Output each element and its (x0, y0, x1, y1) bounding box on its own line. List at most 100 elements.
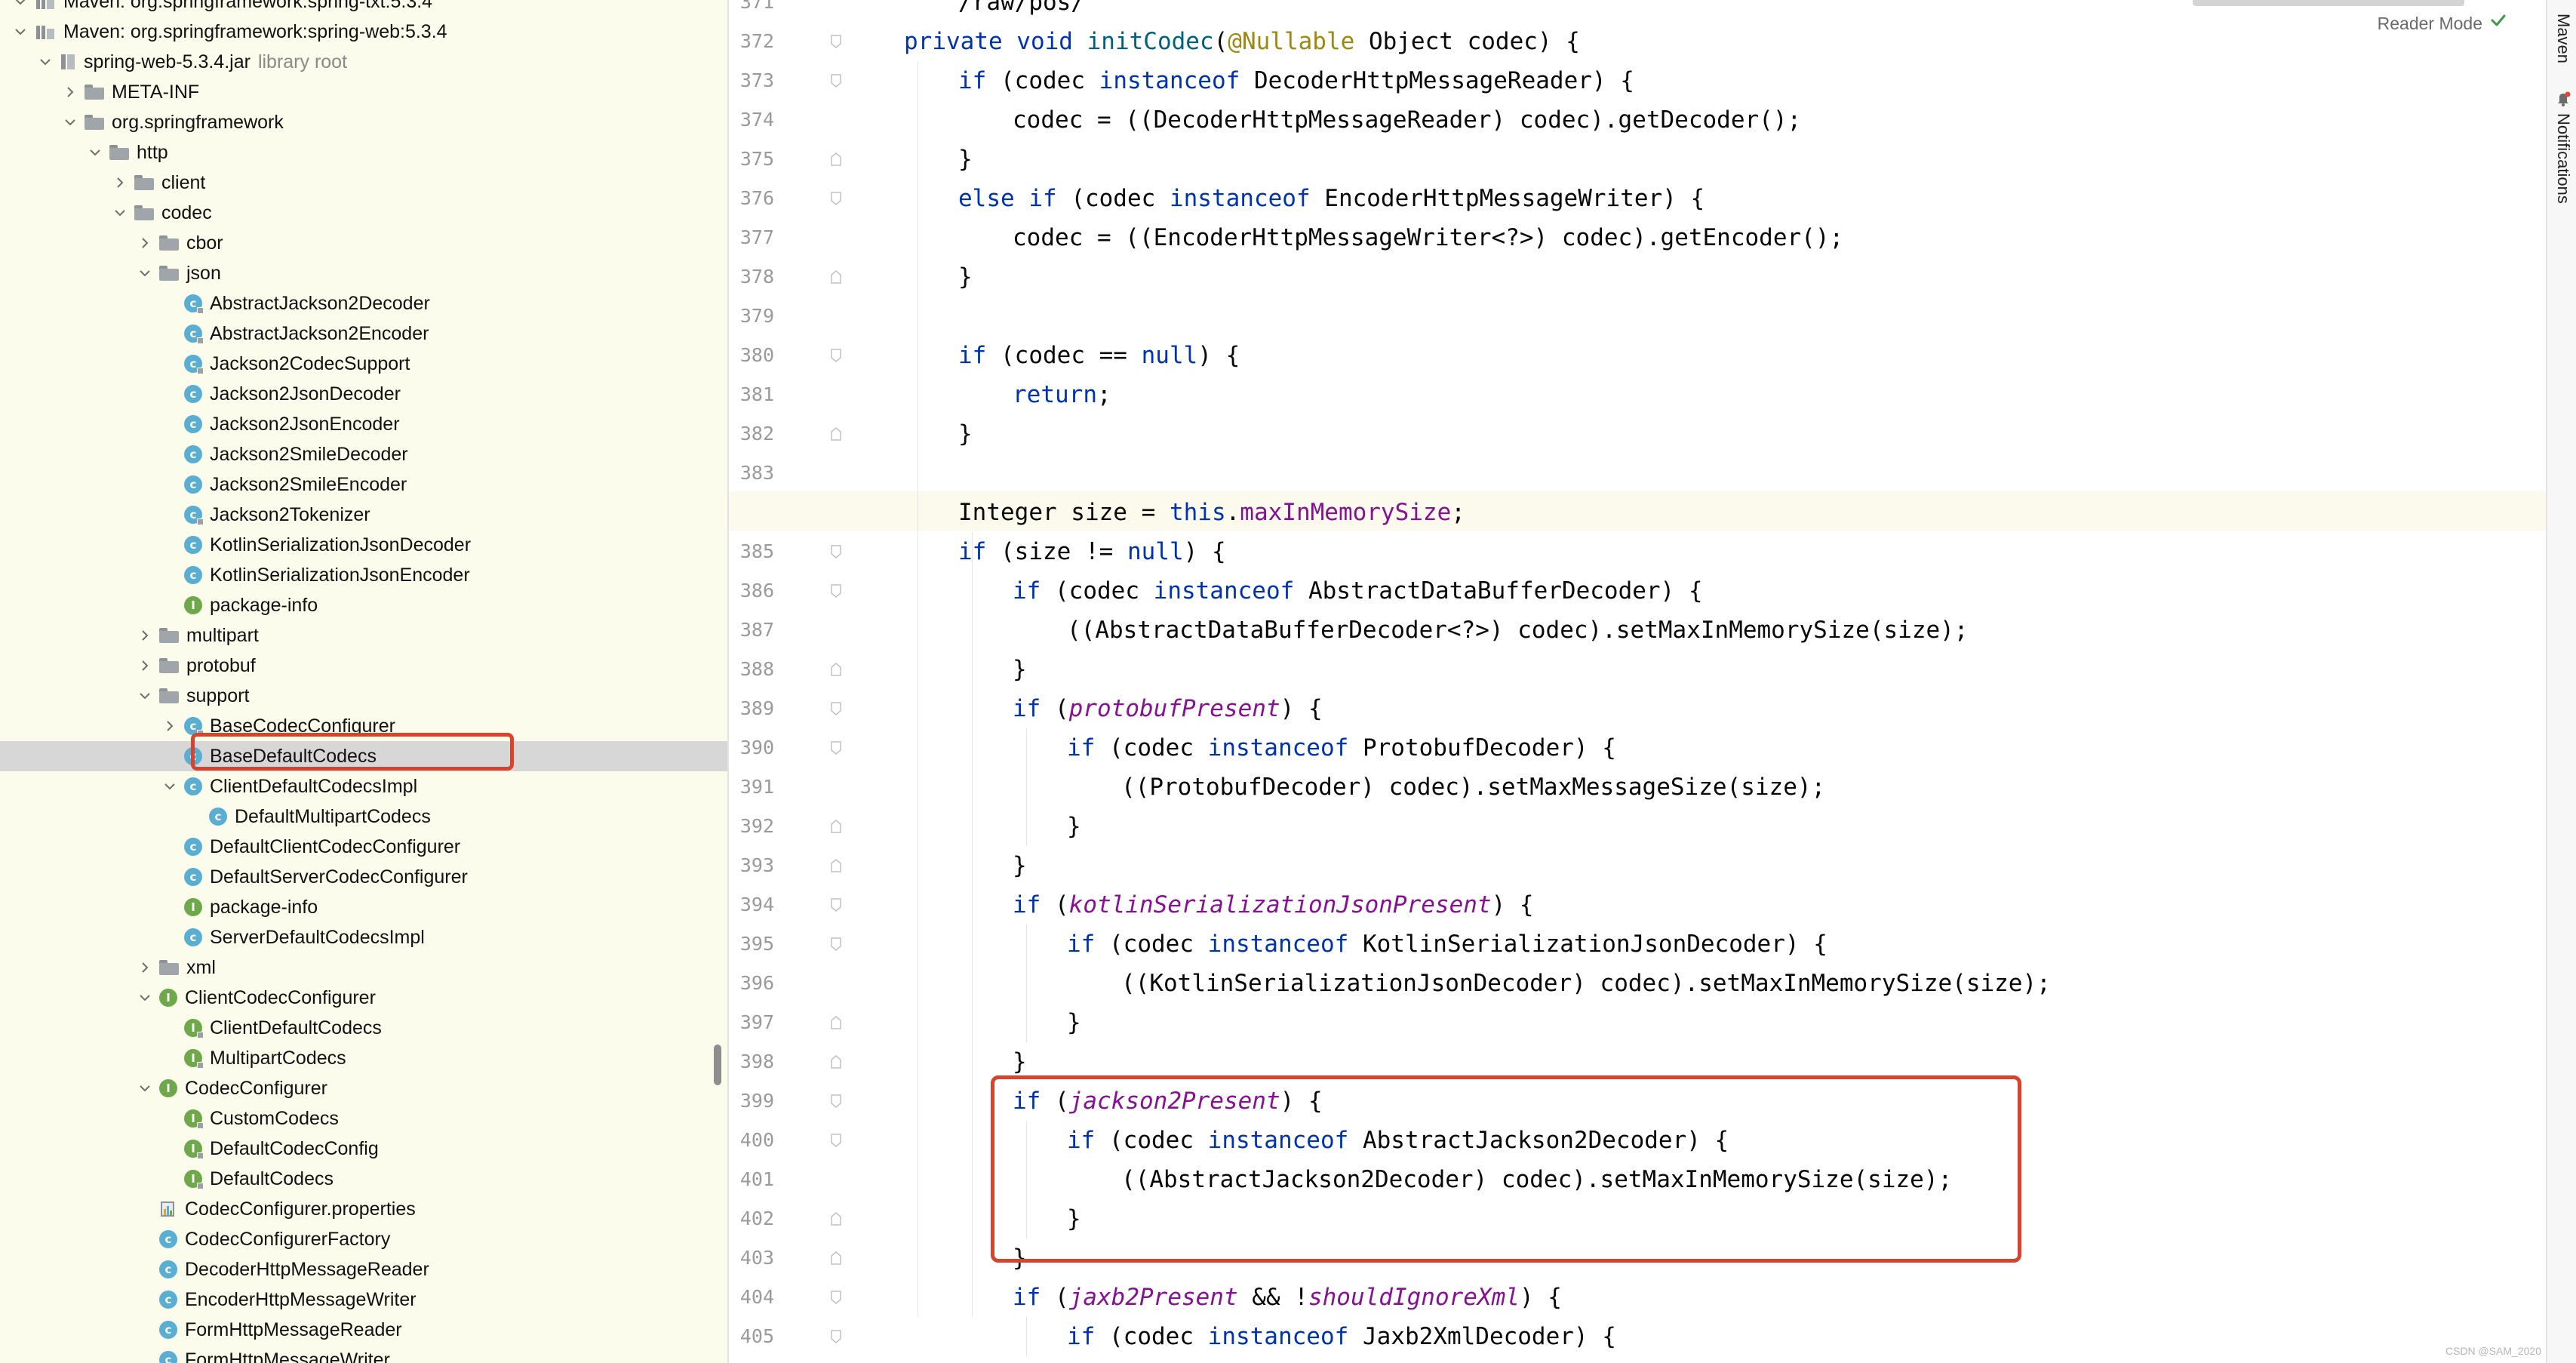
tree-row[interactable]: http (0, 137, 729, 168)
fold-start-icon[interactable] (831, 545, 841, 558)
tree-row[interactable]: cJackson2SmileDecoder (0, 439, 729, 469)
chevron-down-icon[interactable] (38, 55, 52, 69)
tree-row[interactable]: cDefaultClientCodecConfigurer (0, 832, 729, 862)
tree-row[interactable]: cClientDefaultCodecsImpl (0, 771, 729, 801)
line-number[interactable]: 378 (729, 257, 774, 297)
chevron-down-icon[interactable] (88, 146, 102, 159)
tree-row[interactable]: IClientDefaultCodecs (0, 1013, 729, 1043)
chevron-down-icon[interactable] (113, 206, 127, 220)
line-number[interactable]: 392 (729, 807, 774, 846)
fold-start-icon[interactable] (831, 1094, 841, 1108)
chevron-down-icon[interactable] (14, 25, 27, 38)
line-number[interactable]: 391 (729, 768, 774, 807)
tree-row[interactable]: IClientCodecConfigurer (0, 983, 729, 1013)
fold-start-icon[interactable] (831, 192, 841, 205)
notifications-tool-button[interactable]: Notifications (2553, 113, 2573, 204)
line-number[interactable]: 388 (729, 650, 774, 689)
code-line[interactable]: Integer size = this.maxInMemorySize; (958, 493, 1465, 532)
fold-start-icon[interactable] (831, 35, 841, 48)
tree-row[interactable]: Ipackage-info (0, 590, 729, 620)
tree-row[interactable]: cCodecConfigurerFactory (0, 1224, 729, 1254)
tree-row[interactable]: cJackson2Tokenizer (0, 500, 729, 530)
chevron-down-icon[interactable] (138, 991, 152, 1005)
chevron-right-icon[interactable] (63, 85, 77, 99)
line-number[interactable]: 377 (729, 218, 774, 257)
tree-row[interactable]: cDecoderHttpMessageReader (0, 1254, 729, 1285)
tree-row[interactable]: cAbstractJackson2Encoder (0, 318, 729, 349)
line-number[interactable]: 387 (729, 611, 774, 650)
fold-start-icon[interactable] (831, 1291, 841, 1304)
tree-row[interactable]: META-INF (0, 77, 729, 107)
chevron-right-icon[interactable] (163, 719, 177, 733)
line-number[interactable]: 399 (729, 1081, 774, 1121)
tree-row[interactable]: Maven: org.springframework:spring-web:5.… (0, 17, 729, 47)
fold-end-icon[interactable] (831, 152, 841, 166)
tree-row[interactable]: IDefaultCodecConfig (0, 1134, 729, 1164)
fold-end-icon[interactable] (831, 1055, 841, 1069)
line-number[interactable]: 374 (729, 100, 774, 140)
line-number[interactable]: 402 (729, 1199, 774, 1238)
chevron-down-icon[interactable] (138, 1081, 152, 1095)
chevron-down-icon[interactable] (138, 266, 152, 280)
maven-tool-button[interactable]: Maven (2553, 14, 2573, 63)
code-line[interactable]: if (codec instanceof ProtobufDecoder) { (1067, 728, 1616, 768)
tree-row[interactable]: cbor (0, 228, 729, 258)
code-line[interactable]: /raw/pos/ (958, 0, 1085, 22)
tree-row[interactable]: CodecConfigurer.properties (0, 1194, 729, 1224)
bell-icon[interactable] (2555, 91, 2571, 107)
chevron-right-icon[interactable] (138, 659, 152, 672)
code-line[interactable]: private void initCodec(@Nullable Object … (904, 22, 1580, 61)
line-number[interactable]: 372 (729, 22, 774, 61)
code-line[interactable]: } (1067, 807, 1081, 846)
chevron-right-icon[interactable] (138, 236, 152, 250)
code-line[interactable]: if (codec instanceof AbstractDataBufferD… (1013, 571, 1703, 611)
code-line[interactable]: } (1013, 650, 1027, 689)
tree-row[interactable]: ICustomCodecs (0, 1103, 729, 1134)
tree-row[interactable]: cEncoderHttpMessageWriter (0, 1285, 729, 1315)
code-line[interactable]: ((ProtobufDecoder) codec).setMaxMessageS… (1121, 768, 1825, 807)
tree-row[interactable]: xml (0, 952, 729, 983)
tree-scrollbar[interactable] (714, 1045, 721, 1085)
line-number[interactable]: 383 (729, 454, 774, 493)
fold-start-icon[interactable] (831, 741, 841, 755)
fold-end-icon[interactable] (831, 270, 841, 284)
tree-row[interactable]: ICodecConfigurer (0, 1073, 729, 1103)
fold-end-icon[interactable] (831, 1251, 841, 1265)
code-line[interactable]: codec = ((DecoderHttpMessageReader) code… (1013, 100, 1801, 140)
code-line[interactable]: if (jaxb2Present && !shouldIgnoreXml) { (1013, 1278, 1562, 1317)
code-line[interactable]: codec = ((EncoderHttpMessageWriter<?>) c… (1013, 218, 1843, 257)
chevron-right-icon[interactable] (113, 176, 127, 189)
line-number[interactable]: 373 (729, 61, 774, 100)
line-number[interactable]: 371 (729, 0, 774, 22)
tree-row[interactable]: cKotlinSerializationJsonDecoder (0, 530, 729, 560)
tree-row[interactable]: cFormHttpMessageWriter (0, 1345, 729, 1363)
reader-mode-toggle[interactable]: Reader Mode (2378, 14, 2482, 34)
tree-row[interactable]: cServerDefaultCodecsImpl (0, 922, 729, 952)
fold-start-icon[interactable] (831, 702, 841, 715)
line-number[interactable]: 386 (729, 571, 774, 611)
line-number[interactable]: 382 (729, 414, 774, 454)
line-number[interactable]: 394 (729, 885, 774, 925)
tree-row[interactable]: support (0, 681, 729, 711)
project-tree-panel[interactable]: Maven: org.springframework:spring-txt:5.… (0, 0, 729, 1363)
tree-row[interactable]: client (0, 168, 729, 198)
code-line[interactable]: if (codec instanceof DecoderHttpMessageR… (958, 61, 1634, 100)
line-number[interactable]: 379 (729, 297, 774, 336)
fold-start-icon[interactable] (831, 898, 841, 912)
code-line[interactable]: if (codec == null) { (958, 336, 1240, 375)
tree-row[interactable]: multipart (0, 620, 729, 651)
line-number[interactable]: 405 (729, 1317, 774, 1356)
line-number[interactable]: 398 (729, 1042, 774, 1081)
tree-row[interactable]: cKotlinSerializationJsonEncoder (0, 560, 729, 590)
tree-row[interactable]: cJackson2CodecSupport (0, 349, 729, 379)
tree-row[interactable]: spring-web-5.3.4.jarlibrary root (0, 47, 729, 77)
chevron-down-icon[interactable] (14, 0, 27, 8)
check-icon[interactable] (2488, 11, 2508, 30)
line-number[interactable]: 380 (729, 336, 774, 375)
tree-row[interactable]: cJackson2SmileEncoder (0, 469, 729, 500)
line-number[interactable]: 381 (729, 375, 774, 414)
fold-end-icon[interactable] (831, 859, 841, 872)
fold-end-icon[interactable] (831, 820, 841, 833)
fold-end-icon[interactable] (831, 1016, 841, 1029)
code-line[interactable]: return; (1013, 375, 1111, 414)
